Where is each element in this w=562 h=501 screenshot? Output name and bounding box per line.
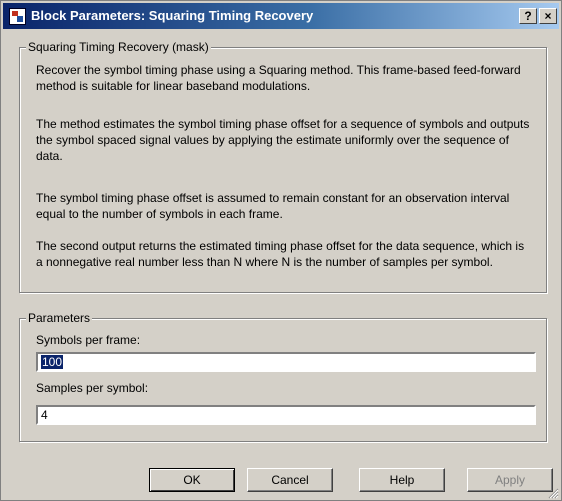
apply-button[interactable]: Apply bbox=[467, 468, 553, 492]
close-icon[interactable]: × bbox=[539, 8, 557, 24]
description-paragraph-4: The second output returns the estimated … bbox=[36, 239, 525, 269]
symbols-per-frame-field[interactable]: 100 bbox=[36, 352, 536, 372]
samples-per-symbol-field[interactable] bbox=[36, 405, 536, 425]
cancel-button[interactable]: Cancel bbox=[247, 468, 333, 492]
help-button[interactable]: Help bbox=[359, 468, 445, 492]
description-paragraph-1: Recover the symbol timing phase using a … bbox=[36, 63, 521, 93]
description-paragraph-2: The method estimates the symbol timing p… bbox=[36, 117, 530, 163]
description-paragraph-3: The symbol timing phase offset is assume… bbox=[36, 191, 510, 221]
dialog-window: Block Parameters: Squaring Timing Recove… bbox=[0, 0, 562, 501]
title-bar[interactable]: Block Parameters: Squaring Timing Recove… bbox=[3, 3, 559, 29]
samples-per-symbol-label: Samples per symbol: bbox=[36, 381, 149, 395]
parameters-legend: Parameters bbox=[26, 311, 93, 325]
description-legend: Squaring Timing Recovery (mask) bbox=[26, 40, 211, 54]
symbols-per-frame-label: Symbols per frame: bbox=[36, 333, 141, 347]
parameters-group: Parameters Symbols per frame: 100 Sample… bbox=[19, 311, 547, 442]
ok-button[interactable]: OK bbox=[149, 468, 235, 492]
window-title: Block Parameters: Squaring Timing Recove… bbox=[31, 8, 314, 23]
symbols-per-frame-value: 100 bbox=[41, 355, 64, 369]
help-icon[interactable]: ? bbox=[519, 8, 537, 24]
resize-grip-icon[interactable] bbox=[547, 487, 559, 499]
description-group: Squaring Timing Recovery (mask) Recover … bbox=[19, 40, 547, 293]
simulink-app-icon bbox=[9, 8, 26, 25]
